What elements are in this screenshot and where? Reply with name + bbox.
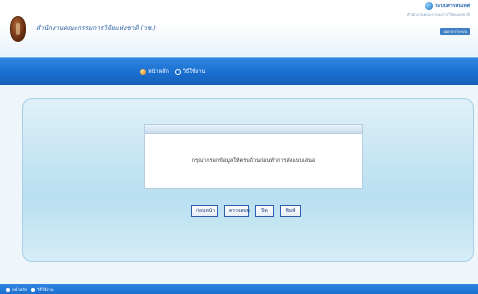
print-button[interactable]: พิมพ์ (280, 205, 301, 217)
site-title: สำนักงานคณะกรรมการวิจัยแห่งชาติ (วช.) (36, 24, 156, 32)
nav-item-help[interactable]: วิธีใช้งาน (174, 68, 206, 76)
brand-name: ระบบสารสนเทศ (435, 3, 470, 9)
dialog-titlebar (144, 124, 363, 134)
nav-item-home[interactable]: หน้าหลัก (140, 68, 169, 76)
nav-item-label: หน้าหลัก (148, 69, 169, 75)
nav-item-label: วิธีใช้งาน (182, 69, 206, 75)
home-icon (6, 287, 10, 292)
footer-bar: หน้าหลัก วิธีใช้งาน (0, 284, 478, 294)
action-buttons: ก่อนหน้า ตรวจสอบ ปิด พิมพ์ (191, 205, 301, 217)
globe-icon (425, 2, 434, 10)
close-button[interactable]: ปิด (255, 205, 274, 217)
brand-row: ระบบสารสนเทศ (407, 2, 470, 10)
footer-item-home[interactable]: หน้าหลัก (6, 286, 27, 293)
message-dialog: กรุณากรอกข้อมูลให้ครบถ้วนก่อนทำการส่งแบบ… (144, 134, 363, 189)
back-button[interactable]: ก่อนหน้า (191, 205, 218, 217)
header-brand: ระบบสารสนเทศ สำนักงานคณะกรรมการวิจัยแห่ง… (407, 2, 470, 37)
footer-items: หน้าหลัก วิธีใช้งาน (6, 286, 53, 293)
dialog-message: กรุณากรอกข้อมูลให้ครบถ้วนก่อนทำการส่งแบบ… (191, 158, 316, 164)
logo-icon (10, 16, 26, 42)
header: สำนักงานคณะกรรมการวิจัยแห่งชาติ (วช.) ระ… (0, 0, 478, 56)
help-icon (174, 69, 181, 75)
help-icon (31, 287, 36, 292)
footer-item-label: วิธีใช้งาน (37, 287, 54, 292)
logout-link[interactable]: ออกจากระบบ (440, 28, 470, 35)
top-navbar: หน้าหลัก วิธีใช้งาน (0, 57, 478, 85)
footer-item-help[interactable]: วิธีใช้งาน (31, 286, 53, 293)
footer-item-label: หน้าหลัก (12, 287, 28, 292)
brand-subtitle: สำนักงานคณะกรรมการวิจัยแห่งชาติ (406, 12, 470, 17)
home-icon (140, 69, 146, 75)
check-button[interactable]: ตรวจสอบ (224, 205, 250, 217)
nav-items: หน้าหลัก วิธีใช้งาน (140, 68, 205, 76)
